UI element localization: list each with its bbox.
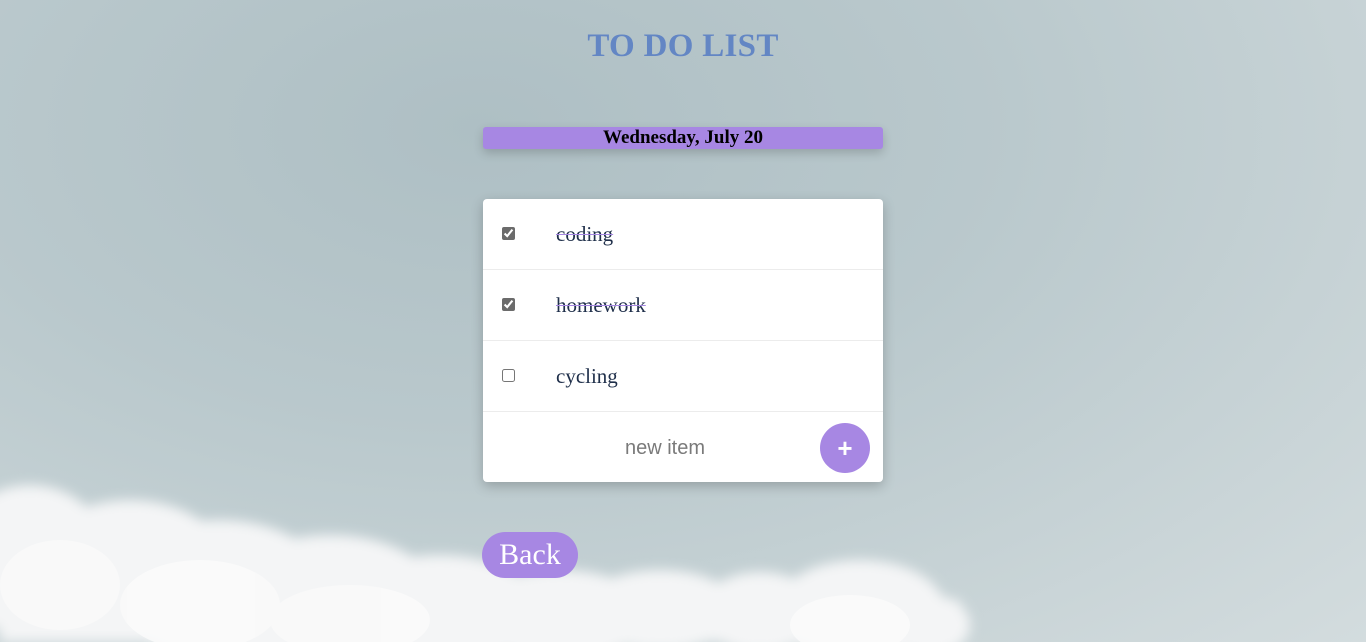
todo-checkbox[interactable] (502, 227, 515, 240)
page-title: TO DO LIST (587, 28, 779, 64)
back-button[interactable]: Back (482, 532, 578, 578)
new-item-input[interactable] (523, 432, 807, 464)
todo-item: coding (483, 199, 883, 270)
todo-item-label: cycling (556, 364, 618, 388)
todo-list-card: coding homework cycling + (483, 199, 883, 482)
todo-item: cycling (483, 341, 883, 412)
todo-item-label: coding (556, 222, 614, 246)
todo-checkbox[interactable] (502, 298, 515, 311)
date-banner: Wednesday, July 20 (483, 127, 883, 149)
todo-item-label: homework (556, 293, 646, 317)
new-item-row: + (483, 412, 883, 482)
todo-checkbox[interactable] (502, 369, 515, 382)
todo-item: homework (483, 270, 883, 341)
add-item-button[interactable]: + (820, 423, 870, 473)
plus-icon: + (837, 433, 853, 463)
